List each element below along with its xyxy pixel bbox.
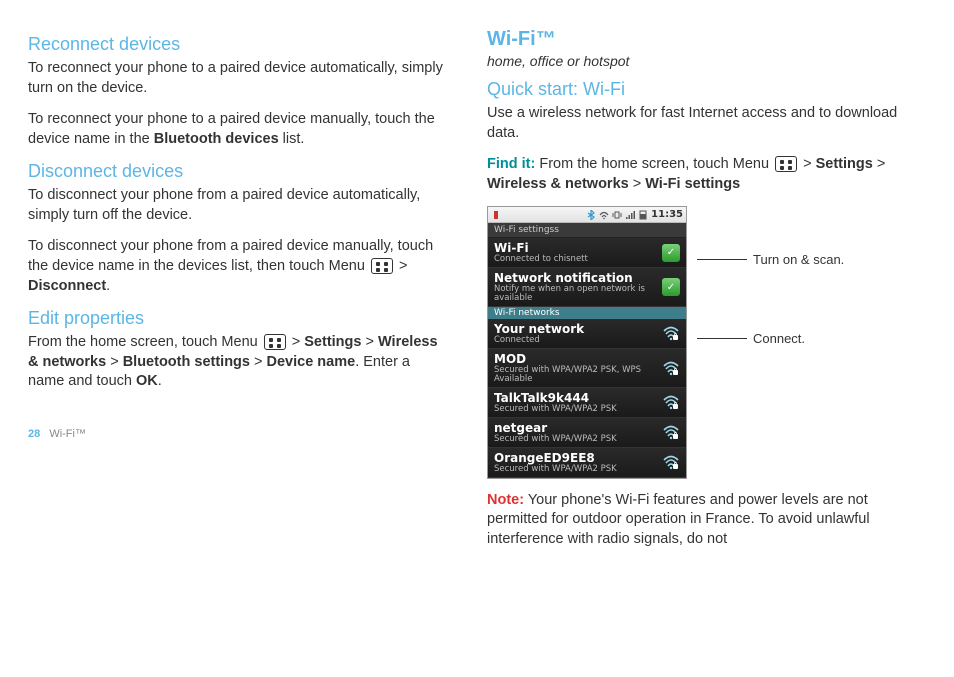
text: > bbox=[395, 258, 408, 274]
heading-wifi: Wi-Fi™ bbox=[487, 28, 906, 51]
heading-quickstart: Quick start: Wi-Fi bbox=[487, 79, 906, 100]
para-disconnect-1: To disconnect your phone from a paired d… bbox=[28, 186, 447, 225]
wifi-lock-icon bbox=[662, 424, 680, 440]
callout-text: Turn on & scan. bbox=[753, 252, 844, 267]
network-name: Your network bbox=[494, 322, 662, 336]
text: > bbox=[106, 354, 123, 370]
setting-row-wifi[interactable]: Wi-Fi Connected to chisnett ✓ bbox=[488, 238, 686, 268]
network-subtitle: Secured with WPA/WPA2 PSK bbox=[494, 405, 662, 414]
heading-edit: Edit properties bbox=[28, 308, 447, 329]
network-subtitle: Secured with WPA/WPA2 PSK bbox=[494, 465, 662, 474]
wifi-lock-icon bbox=[662, 360, 680, 376]
page-number: 28 bbox=[28, 428, 40, 440]
network-row[interactable]: MODSecured with WPA/WPA2 PSK, WPS Availa… bbox=[488, 349, 686, 388]
section-header: Wi-Fi networks bbox=[488, 307, 686, 319]
text: From the home screen, touch Menu bbox=[535, 156, 773, 172]
network-name: OrangeED9EE8 bbox=[494, 451, 662, 465]
network-subtitle: Connected bbox=[494, 336, 662, 345]
status-bar: 11:35 bbox=[488, 207, 686, 223]
text: > bbox=[873, 156, 886, 172]
wifi-status-icon bbox=[599, 210, 609, 220]
signal-icon bbox=[625, 210, 635, 220]
page-footer: 28 Wi-Fi™ bbox=[28, 428, 447, 440]
footer-section: Wi-Fi™ bbox=[49, 428, 86, 440]
text-bold: OK bbox=[136, 373, 158, 389]
text: From the home screen, touch Menu bbox=[28, 334, 262, 350]
text-bold: Settings bbox=[304, 334, 361, 350]
screen-title: Wi-Fi settingss bbox=[488, 223, 686, 238]
subtitle: home, office or hotspot bbox=[487, 53, 906, 69]
network-list: Your networkConnectedMODSecured with WPA… bbox=[488, 319, 686, 478]
wifi-lock-icon bbox=[662, 325, 680, 341]
para-disconnect-2: To disconnect your phone from a paired d… bbox=[28, 237, 447, 296]
checkbox-checked-icon[interactable]: ✓ bbox=[662, 244, 680, 262]
text-bold: Settings bbox=[816, 156, 873, 172]
row-subtitle: Connected to chisnett bbox=[494, 255, 662, 264]
usb-icon bbox=[491, 210, 501, 220]
left-column: Reconnect devices To reconnect your phon… bbox=[28, 28, 447, 561]
right-column: Wi-Fi™ home, office or hotspot Quick sta… bbox=[487, 28, 906, 561]
network-name: MOD bbox=[494, 352, 662, 366]
text: > bbox=[799, 156, 816, 172]
heading-disconnect: Disconnect devices bbox=[28, 161, 447, 182]
text-bold: Device name bbox=[267, 354, 356, 370]
para-edit-1: From the home screen, touch Menu > Setti… bbox=[28, 333, 447, 392]
heading-reconnect: Reconnect devices bbox=[28, 34, 447, 55]
menu-icon bbox=[371, 258, 393, 274]
para-note: Note: Your phone's Wi-Fi features and po… bbox=[487, 491, 906, 550]
setting-row-notification[interactable]: Network notification Notify me when an o… bbox=[488, 268, 686, 307]
vibrate-icon bbox=[612, 210, 622, 220]
text: > bbox=[288, 334, 305, 350]
para-quick: Use a wireless network for fast Internet… bbox=[487, 104, 906, 143]
wifi-lock-icon bbox=[662, 454, 680, 470]
callout-line bbox=[697, 259, 747, 260]
callout-line bbox=[697, 338, 747, 339]
text: list. bbox=[279, 131, 305, 147]
wifi-lock-icon bbox=[662, 394, 680, 410]
network-row[interactable]: TalkTalk9k444Secured with WPA/WPA2 PSK bbox=[488, 388, 686, 418]
network-name: TalkTalk9k444 bbox=[494, 391, 662, 405]
row-title: Wi-Fi bbox=[494, 241, 662, 255]
network-row[interactable]: Your networkConnected bbox=[488, 319, 686, 349]
callout-connect: Connect. bbox=[697, 331, 906, 346]
text: Your phone's Wi-Fi features and power le… bbox=[487, 492, 870, 547]
status-time: 11:35 bbox=[651, 209, 683, 220]
network-subtitle: Secured with WPA/WPA2 PSK bbox=[494, 435, 662, 444]
text: > bbox=[250, 354, 267, 370]
menu-icon bbox=[264, 334, 286, 350]
text: . bbox=[106, 278, 110, 294]
battery-icon bbox=[638, 210, 648, 220]
callout-text: Connect. bbox=[753, 331, 805, 346]
network-name: netgear bbox=[494, 421, 662, 435]
text-bold: Wi-Fi settings bbox=[645, 176, 740, 192]
callout-turn-on: Turn on & scan. bbox=[697, 252, 906, 267]
text-bold: Wireless & networks bbox=[487, 176, 629, 192]
network-row[interactable]: netgearSecured with WPA/WPA2 PSK bbox=[488, 418, 686, 448]
text-bold: Bluetooth devices bbox=[154, 131, 279, 147]
text-bold: Disconnect bbox=[28, 278, 106, 294]
network-row[interactable]: OrangeED9EE8Secured with WPA/WPA2 PSK bbox=[488, 448, 686, 478]
text: . bbox=[158, 373, 162, 389]
note-label: Note: bbox=[487, 492, 524, 508]
para-reconnect-2: To reconnect your phone to a paired devi… bbox=[28, 110, 447, 149]
row-subtitle: Notify me when an open network is availa… bbox=[494, 285, 662, 303]
network-subtitle: Secured with WPA/WPA2 PSK, WPS Available bbox=[494, 366, 662, 384]
phone-screenshot: 11:35 Wi-Fi settingss Wi-Fi Connected to… bbox=[487, 206, 687, 478]
callouts: Turn on & scan. Connect. bbox=[697, 206, 906, 346]
checkbox-checked-icon[interactable]: ✓ bbox=[662, 278, 680, 296]
para-findit: Find it: From the home screen, touch Men… bbox=[487, 155, 906, 194]
row-title: Network notification bbox=[494, 271, 662, 285]
text: > bbox=[361, 334, 378, 350]
findit-label: Find it: bbox=[487, 156, 535, 172]
menu-icon bbox=[775, 156, 797, 172]
phone-figure: 11:35 Wi-Fi settingss Wi-Fi Connected to… bbox=[487, 206, 906, 478]
text: > bbox=[629, 176, 646, 192]
text-bold: Bluetooth settings bbox=[123, 354, 250, 370]
para-reconnect-1: To reconnect your phone to a paired devi… bbox=[28, 59, 447, 98]
bluetooth-icon bbox=[586, 210, 596, 220]
